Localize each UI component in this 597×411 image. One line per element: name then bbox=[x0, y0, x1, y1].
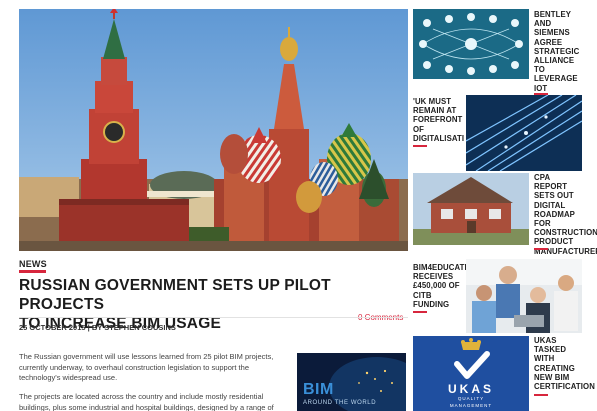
title-line: AND bbox=[534, 19, 552, 29]
title-line: TO bbox=[534, 65, 545, 75]
title-line: FOR CONSTRUCTION bbox=[534, 219, 597, 238]
sidebar-item-title[interactable]: 'UK MUST REMAIN AT FOREFRONT OF DIGITALI… bbox=[413, 97, 464, 143]
title-line: LEVERAGE bbox=[534, 74, 578, 84]
fiber-optics-image[interactable] bbox=[466, 95, 582, 171]
sidebar-accent-bar bbox=[534, 394, 548, 396]
title-line: 'UK MUST bbox=[413, 97, 452, 106]
title-line: IOT bbox=[534, 83, 548, 93]
ukas-logo-subtext: MANAGEMENT bbox=[449, 403, 493, 408]
title-line: AGREE bbox=[534, 37, 563, 47]
ukas-logo-text: UKAS bbox=[447, 382, 494, 396]
title-line: NEW BIM bbox=[534, 372, 570, 382]
hero-image-kremlin bbox=[19, 9, 408, 251]
sidebar-item-title[interactable]: BENTLEY AND SIEMENS AGREE STRATEGIC ALLI… bbox=[534, 10, 579, 93]
paragraph-line: currently underway, to overhaul construc… bbox=[19, 362, 249, 372]
inset-caption: AROUND THE WORLD bbox=[303, 400, 377, 406]
article-paragraph: The Russian government will use lessons … bbox=[19, 352, 291, 384]
article-meta: 25 OCTOBER 2015 | BY STEPHEN COUSINS bbox=[19, 323, 176, 332]
title-line: REPORT bbox=[534, 182, 568, 192]
title-line: REMAIN AT bbox=[413, 106, 457, 116]
title-line: SIEMENS bbox=[534, 28, 570, 38]
title-line: UKAS bbox=[534, 336, 557, 345]
headline-line: RUSSIAN GOVERNMENT SETS UP PILOT PROJECT… bbox=[19, 277, 331, 313]
bim-around-the-world-image[interactable]: BIM AROUND THE WORLD bbox=[297, 353, 406, 411]
title-line: TASKED bbox=[534, 345, 567, 355]
house-image[interactable] bbox=[413, 173, 529, 245]
network-icons-image[interactable] bbox=[413, 9, 529, 79]
sidebar-item-title[interactable]: UKAS TASKED WITH CREATING NEW BIM CERTIF… bbox=[534, 336, 595, 391]
ukas-logo-subtext: QUALITY bbox=[457, 396, 485, 401]
ukas-logo-image[interactable]: UKAS QUALITY MANAGEMENT bbox=[413, 336, 529, 411]
title-line: DIGITAL bbox=[534, 200, 566, 210]
title-line: PRODUCT bbox=[534, 237, 574, 247]
title-line: DIGITALISATI bbox=[413, 133, 465, 143]
title-line: WITH bbox=[534, 354, 555, 364]
title-line: CPA bbox=[534, 173, 551, 182]
meta-divider bbox=[19, 317, 408, 318]
section-label[interactable]: NEWS bbox=[19, 259, 47, 269]
sidebar-item-title[interactable]: CPA REPORT SETS OUT DIGITAL ROADMAP FOR … bbox=[534, 173, 597, 256]
paragraph-line: The Russian government will use lessons … bbox=[19, 352, 274, 361]
title-line: ALLIANCE bbox=[534, 56, 575, 66]
article-paragraph: The projects are located across the coun… bbox=[19, 392, 291, 411]
title-line: CERTIFICATION bbox=[534, 382, 595, 392]
title-line: OF bbox=[413, 124, 425, 134]
sidebar-accent-bar bbox=[413, 311, 427, 313]
title-line: ROADMAP bbox=[534, 209, 575, 219]
sidebar-accent-bar bbox=[413, 145, 427, 147]
paragraph-line: buildings, plus some industrial and hosp… bbox=[19, 402, 274, 411]
paragraph-line: technology's widespread use. bbox=[19, 373, 118, 382]
students-image[interactable] bbox=[466, 259, 582, 333]
title-line: BENTLEY bbox=[534, 10, 572, 19]
section-accent-bar bbox=[19, 270, 46, 273]
paragraph-line: The projects are located across the coun… bbox=[19, 392, 264, 401]
title-line: FOREFRONT bbox=[413, 115, 463, 125]
inset-bim-word: BIM bbox=[303, 381, 334, 398]
title-line: CREATING bbox=[534, 363, 575, 373]
sidebar-accent-bar bbox=[534, 248, 548, 250]
title-line: SETS OUT bbox=[534, 191, 574, 201]
title-line: STRATEGIC bbox=[534, 46, 580, 56]
